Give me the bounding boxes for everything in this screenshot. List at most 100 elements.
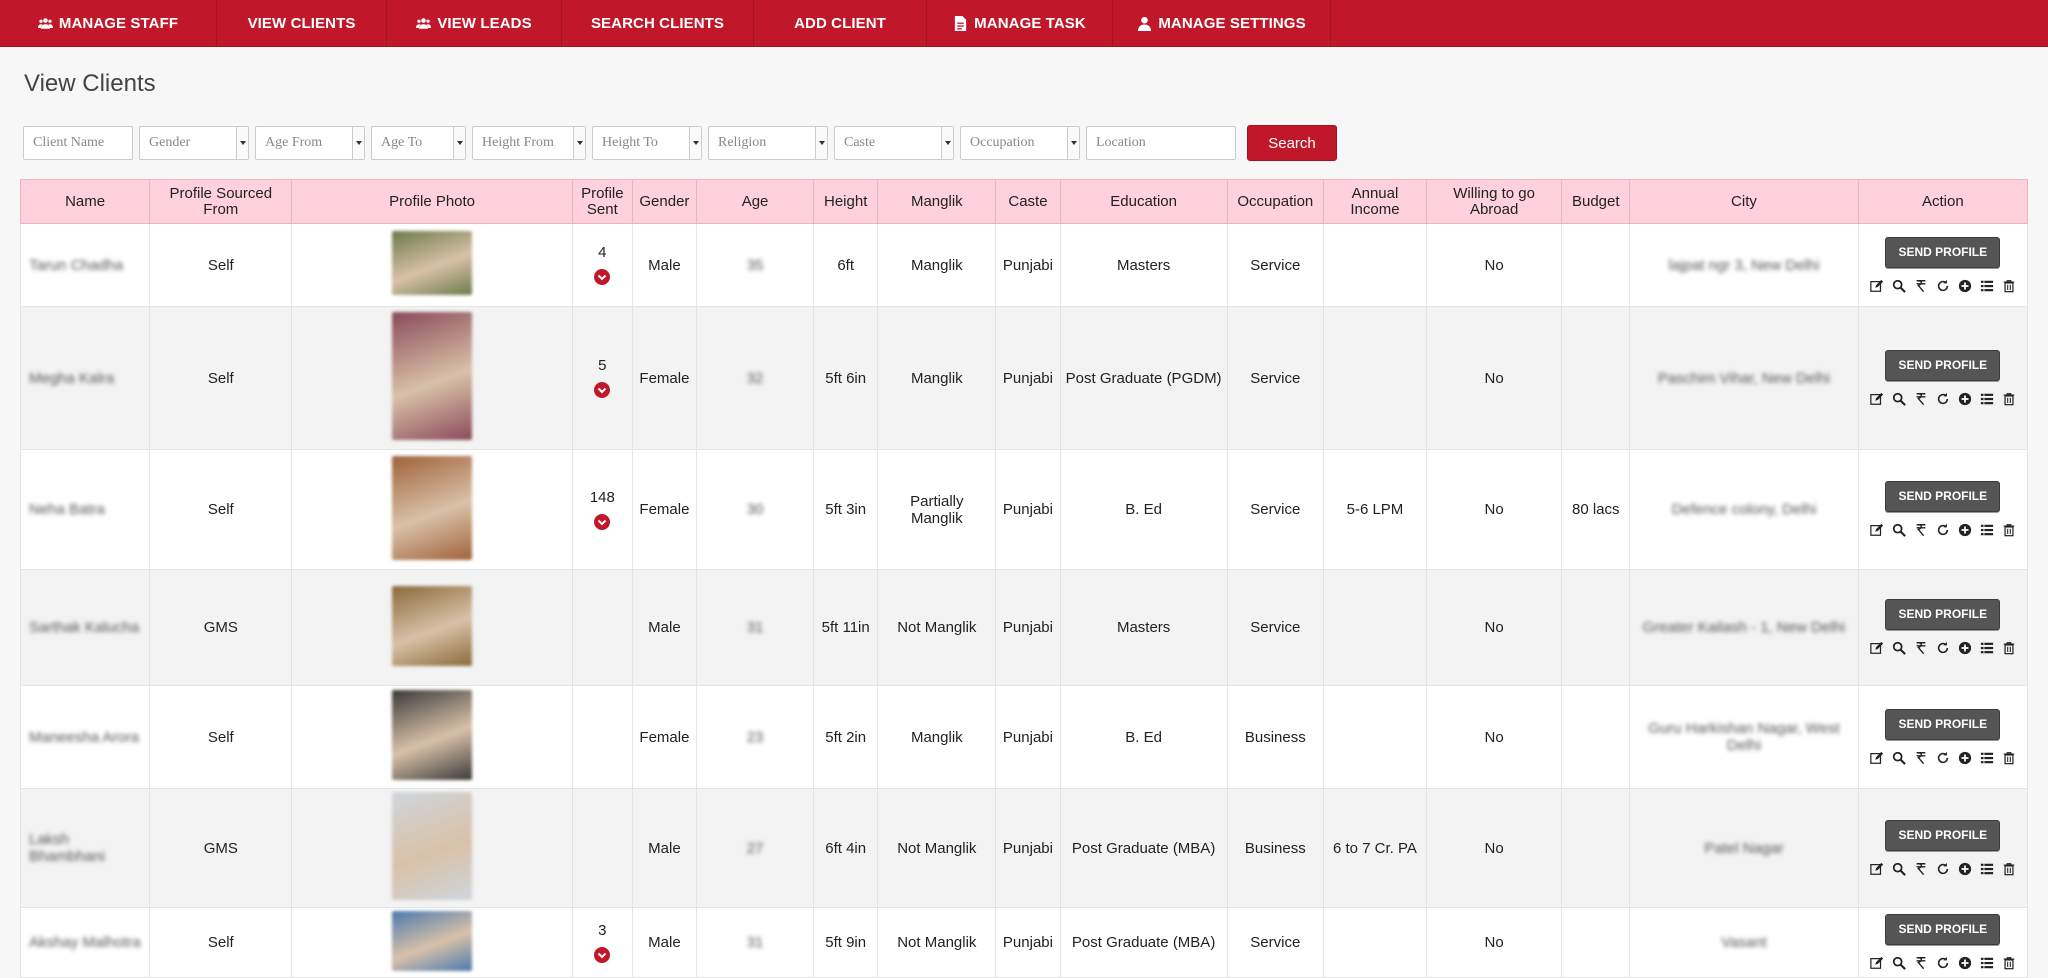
refresh-icon[interactable] — [1935, 955, 1951, 971]
list-icon[interactable] — [1979, 278, 1995, 294]
profile-photo[interactable] — [392, 585, 473, 666]
search-icon[interactable] — [1891, 391, 1907, 407]
search-icon[interactable] — [1891, 750, 1907, 766]
age-from-select[interactable]: Age From — [255, 126, 365, 160]
nav-item-manage-task[interactable]: MANAGE TASK — [927, 0, 1113, 46]
edit-icon[interactable] — [1869, 955, 1885, 971]
plus-circle-icon[interactable] — [1957, 278, 1973, 294]
profile-photo[interactable] — [392, 231, 473, 295]
caste-select[interactable]: Caste — [834, 126, 954, 160]
rupee-icon[interactable] — [1913, 955, 1929, 971]
nav-item-add-client[interactable]: ADD CLIENT — [754, 0, 927, 46]
age-to-select[interactable]: Age To — [371, 126, 466, 160]
nav-item-view-leads[interactable]: VIEW LEADS — [387, 0, 562, 46]
trash-icon[interactable] — [2001, 278, 2017, 294]
send-profile-button[interactable]: SEND PROFILE — [1885, 349, 2001, 381]
nav-item-manage-staff[interactable]: MANAGE STAFF — [0, 0, 217, 46]
occupation-select[interactable]: Occupation — [960, 126, 1080, 160]
table-row[interactable]: Maneesha Arora Self Female 23 5ft 2in Manglik… — [19, 685, 2029, 789]
table-row[interactable]: Megha Kalra Self 5 Female 32 5ft 6in Manglik Pu… — [19, 306, 2029, 450]
row-actions — [1863, 522, 2023, 538]
plus-circle-icon[interactable] — [1957, 750, 1973, 766]
rupee-icon[interactable] — [1913, 278, 1929, 294]
trash-icon[interactable] — [2001, 861, 2017, 877]
list-icon[interactable] — [1979, 955, 1995, 971]
trash-icon[interactable] — [2001, 750, 2017, 766]
cell-caste: Punjabi — [995, 223, 1061, 307]
client-name-input[interactable]: Client Name — [23, 126, 133, 160]
table-row[interactable]: Neha Batra Self 148 Female 30 5ft 3in Partiall… — [19, 449, 2029, 570]
list-icon[interactable] — [1979, 640, 1995, 656]
refresh-icon[interactable] — [1935, 861, 1951, 877]
location-input[interactable]: Location — [1086, 126, 1236, 160]
plus-circle-icon[interactable] — [1957, 391, 1973, 407]
search-icon[interactable] — [1891, 955, 1907, 971]
nav-item-label: VIEW CLIENTS — [247, 14, 356, 32]
plus-circle-icon[interactable] — [1957, 955, 1973, 971]
send-profile-button[interactable]: SEND PROFILE — [1885, 708, 2001, 740]
refresh-icon[interactable] — [1935, 750, 1951, 766]
plus-circle-icon[interactable] — [1957, 522, 1973, 538]
search-icon[interactable] — [1891, 640, 1907, 656]
profile-photo[interactable] — [392, 455, 473, 560]
trash-icon[interactable] — [2001, 955, 2017, 971]
send-profile-button[interactable]: SEND PROFILE — [1885, 599, 2001, 630]
gender-select[interactable]: Gender — [139, 126, 249, 160]
profile-photo[interactable] — [392, 792, 473, 900]
list-icon[interactable] — [1979, 522, 1995, 538]
chevron-down-icon[interactable] — [594, 513, 611, 530]
send-profile-button[interactable]: SEND PROFILE — [1885, 819, 2001, 851]
table-row[interactable]: Laksh Bhambhani GMS Male 27 6ft 4in Not Mangl… — [19, 788, 2029, 908]
trash-icon[interactable] — [2001, 391, 2017, 407]
table-row[interactable]: Akshay Malhotra Self 3 Male 31 5ft 9in Not Man… — [19, 907, 2029, 978]
edit-icon[interactable] — [1869, 278, 1885, 294]
send-profile-button[interactable]: SEND PROFILE — [1885, 914, 2001, 945]
search-icon[interactable] — [1891, 278, 1907, 294]
refresh-icon[interactable] — [1935, 391, 1951, 407]
send-profile-button[interactable]: SEND PROFILE — [1885, 236, 2001, 268]
religion-select[interactable]: Religion — [708, 126, 828, 160]
refresh-icon[interactable] — [1935, 640, 1951, 656]
rupee-icon[interactable] — [1913, 391, 1929, 407]
nav-item-manage-settings[interactable]: MANAGE SETTINGS — [1113, 0, 1331, 46]
height-to-select[interactable]: Height To — [592, 126, 702, 160]
cell-age-text: 35 — [746, 256, 764, 274]
chevron-down-icon[interactable] — [594, 382, 611, 398]
search-icon[interactable] — [1891, 522, 1907, 538]
cell-education: B. Ed — [1059, 449, 1228, 570]
edit-icon[interactable] — [1869, 640, 1885, 656]
profile-photo[interactable] — [392, 910, 473, 971]
table-row[interactable]: Tarun Chadha Self 4 Male 35 6ft Manglik Punjabi… — [19, 223, 2029, 307]
send-profile-button[interactable]: SEND PROFILE — [1885, 481, 2001, 512]
plus-circle-icon[interactable] — [1957, 861, 1973, 877]
refresh-icon[interactable] — [1935, 278, 1951, 294]
edit-icon[interactable] — [1869, 861, 1885, 877]
rupee-icon[interactable] — [1913, 861, 1929, 877]
cell-city: Defence colony, Delhi — [1629, 449, 1859, 570]
nav-item-view-clients[interactable]: VIEW CLIENTS — [217, 0, 387, 46]
edit-icon[interactable] — [1869, 391, 1885, 407]
chevron-down-icon[interactable] — [594, 946, 611, 963]
profile-photo[interactable] — [392, 690, 473, 780]
rupee-icon[interactable] — [1913, 522, 1929, 538]
trash-icon[interactable] — [2001, 640, 2017, 656]
refresh-icon[interactable] — [1935, 522, 1951, 538]
profile-photo[interactable] — [392, 312, 473, 440]
list-icon[interactable] — [1979, 861, 1995, 877]
edit-icon[interactable] — [1869, 522, 1885, 538]
cell-name: Tarun Chadha — [19, 223, 151, 307]
rupee-icon[interactable] — [1913, 750, 1929, 766]
table-row[interactable]: Sarthak Kalucha GMS Male 31 5ft 11in Not Mang… — [19, 569, 2029, 686]
cell-city-text: Vasant — [1721, 934, 1767, 951]
height-from-select[interactable]: Height From — [472, 126, 586, 160]
search-button[interactable]: Search — [1247, 125, 1337, 161]
rupee-icon[interactable] — [1913, 640, 1929, 656]
list-icon[interactable] — [1979, 750, 1995, 766]
plus-circle-icon[interactable] — [1957, 640, 1973, 656]
search-icon[interactable] — [1891, 861, 1907, 877]
nav-item-search-clients[interactable]: SEARCH CLIENTS — [562, 0, 754, 46]
edit-icon[interactable] — [1869, 750, 1885, 766]
chevron-down-icon[interactable] — [594, 269, 611, 285]
list-icon[interactable] — [1979, 391, 1995, 407]
trash-icon[interactable] — [2001, 522, 2017, 538]
